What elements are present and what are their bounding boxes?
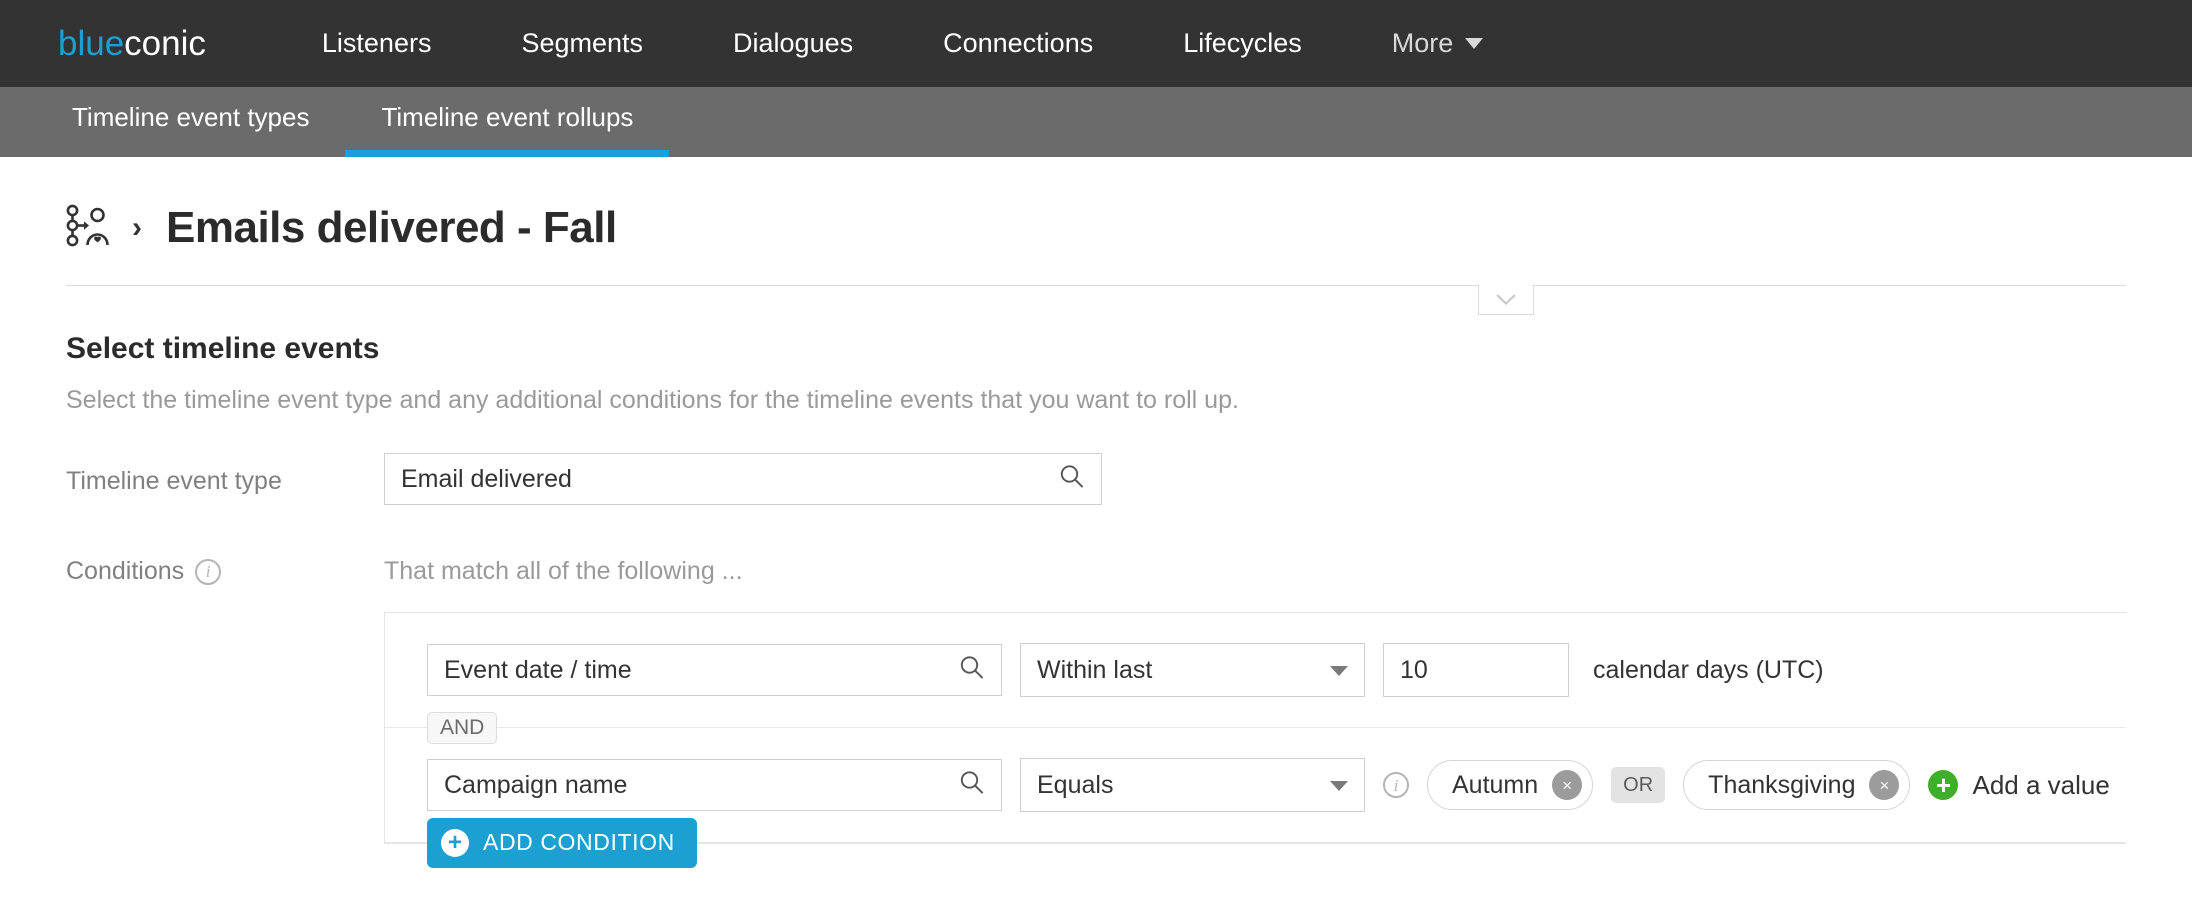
nav-item-dialogues[interactable]: Dialogues [733,28,853,59]
condition-number-value-1: 10 [1400,655,1428,684]
chevron-down-icon [1496,294,1516,306]
label-timeline-event-type: Timeline event type [66,453,384,496]
blueconic-logo[interactable]: blueconic [58,24,206,64]
section-description: Select the timeline event type and any a… [66,386,1239,414]
page-content: › Emails delivered - Fall Select timelin… [0,157,2192,868]
value-chip-autumn[interactable]: Autumn × [1427,760,1594,810]
breadcrumb-separator: › [132,211,142,244]
add-condition-row: + ADD CONDITION [385,817,2126,868]
tab-timeline-event-types[interactable]: Timeline event types [36,104,345,157]
search-icon [1059,464,1085,495]
nav-item-more-label: More [1391,28,1454,58]
condition-operator-select-2[interactable]: Equals [1020,758,1365,812]
add-condition-button[interactable]: + ADD CONDITION [427,817,697,868]
condition-operator-value-2: Equals [1037,770,1114,799]
label-conditions: Conditions i [66,543,384,586]
nav-item-segments[interactable]: Segments [521,28,643,59]
value-chip-thanksgiving[interactable]: Thanksgiving × [1683,760,1911,810]
remove-value-thanksgiving-icon[interactable]: × [1869,770,1900,800]
field-row-timeline-event-type: Timeline event type Email delivered [66,453,2126,505]
add-condition-label: ADD CONDITION [483,829,675,855]
condition-operator-value-1: Within last [1037,655,1153,684]
remove-value-autumn-icon[interactable]: × [1552,770,1583,800]
conditions-area: That match all of the following ... Even… [384,543,2126,868]
nav-item-connections[interactable]: Connections [943,28,1093,59]
nav-item-listeners[interactable]: Listeners [322,28,432,59]
value-chip-autumn-label: Autumn [1452,770,1539,799]
plus-icon: + [441,828,469,857]
chevron-down-icon [1330,781,1348,791]
tab-timeline-event-rollups[interactable]: Timeline event rollups [345,104,670,157]
search-icon [959,770,985,801]
sub-navigation-bar: Timeline event types Timeline event roll… [0,87,2192,157]
breadcrumb: › Emails delivered - Fall [66,157,2126,253]
condition-row-campaign-name: Campaign name Equals i Autumn × OR Thank… [385,758,2126,812]
condition-field-value-1: Event date / time [444,655,632,684]
timeline-event-type-select[interactable]: Email delivered [384,453,1102,505]
conditions-match-text: That match all of the following ... [384,557,743,585]
condition-field-select-2[interactable]: Campaign name [427,759,1002,811]
field-row-conditions: Conditions i That match all of the follo… [66,543,2126,868]
label-conditions-text: Conditions [66,557,185,585]
add-value-label: Add a value [1972,769,2110,800]
profile-rollup-icon[interactable] [66,204,112,253]
condition-field-value-2: Campaign name [444,770,628,799]
collapse-section-button[interactable] [1478,285,1534,315]
condition-operator-select-1[interactable]: Within last [1020,643,1365,697]
chevron-down-icon [1465,38,1484,49]
info-icon[interactable]: i [195,558,222,585]
nav-item-more[interactable]: More [1392,28,1484,59]
page-title: Emails delivered - Fall [166,203,617,252]
search-icon [959,655,985,686]
condition-field-select-1[interactable]: Event date / time [427,644,1002,696]
top-navigation-bar: blueconic Listeners Segments Dialogues C… [0,0,2192,87]
timeline-event-type-value: Email delivered [401,464,572,493]
nav-item-lifecycles[interactable]: Lifecycles [1183,28,1302,59]
add-value-button[interactable]: + Add a value [1928,769,2110,801]
label-timeline-event-type-text: Timeline event type [66,467,282,495]
and-operator-chip[interactable]: AND [427,711,498,744]
section-title: Select timeline events [66,332,380,365]
or-operator-chip[interactable]: OR [1611,767,1666,803]
condition-info-icon-2[interactable]: i [1383,772,1409,798]
plus-icon: + [1928,770,1959,800]
condition-unit-label-1: calendar days (UTC) [1593,655,1824,684]
logo-text-conic: conic [124,23,206,63]
condition-number-input-1[interactable]: 10 [1383,643,1569,697]
conditions-panel: Event date / time Within last 10 calenda… [384,612,2126,868]
condition-row-event-date: Event date / time Within last 10 calenda… [385,643,2126,697]
logo-text-blue: blue [58,23,125,63]
value-chip-thanksgiving-label: Thanksgiving [1708,770,1856,799]
condition-separator: AND [385,711,2126,744]
header-divider [66,285,2126,315]
chevron-down-icon [1330,666,1348,676]
